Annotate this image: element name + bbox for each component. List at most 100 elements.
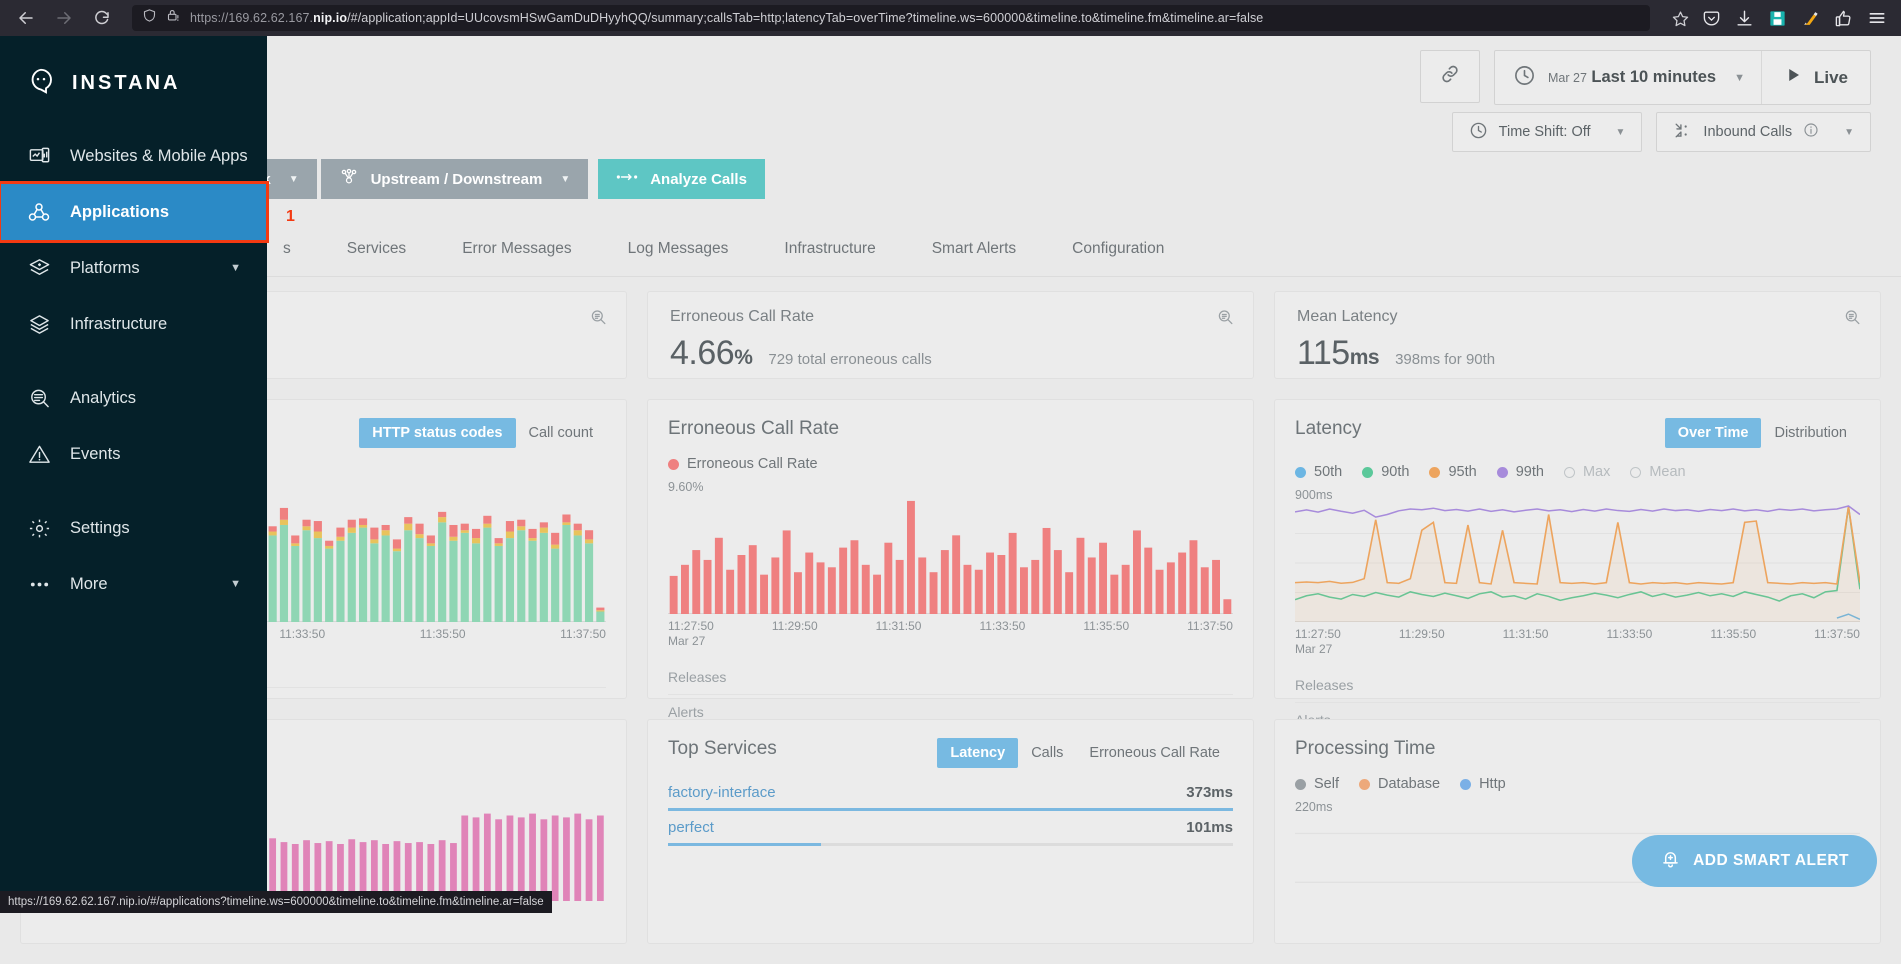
list-item[interactable]: perfect 101ms [668,819,1233,846]
legend-item-database[interactable]: Database [1359,776,1440,792]
sidebar-item-platforms[interactable]: Platforms ▼ [0,240,267,296]
toggle-http-status-codes[interactable]: HTTP status codes [359,418,515,448]
latency-chart-plot[interactable] [1295,504,1860,622]
time-shift-label: Time Shift: Off [1499,124,1591,140]
footer-row-releases[interactable]: Releases [1295,668,1860,702]
latency-toggle: Over Time Distribution [1665,418,1860,448]
toggle-distribution[interactable]: Distribution [1761,418,1860,448]
legend-item-50th[interactable]: 50th [1295,464,1342,480]
analyze-magnifier-icon[interactable] [589,308,608,332]
back-arrow-icon[interactable] [10,3,42,33]
erroneous-chart-svg [668,496,1233,614]
card-title: Processing Time [1295,738,1860,760]
service-value: 373ms [1186,784,1233,801]
chevron-down-icon[interactable]: ▼ [1734,72,1745,84]
add-smart-alert-button[interactable]: ADD SMART ALERT [1632,835,1877,887]
sidebar-item-applications[interactable]: Applications [0,184,267,240]
legend-item-max[interactable]: Max [1564,464,1610,480]
legend-item-90th[interactable]: 90th [1362,464,1409,480]
kpi-value: 115ms [1297,334,1379,373]
floppy-save-icon[interactable] [1768,9,1787,28]
app-toolbar-buttons: ck ▼ Upstream / Downstream ▼ Analyze Cal… [236,159,765,199]
chevron-down-icon[interactable]: ▼ [1844,127,1854,138]
sidebar-item-infrastructure[interactable]: Infrastructure [0,296,267,352]
legend-dot [668,459,679,470]
nodes-icon [339,167,359,191]
time-range-value: Last 10 minutes [1591,68,1716,86]
service-name[interactable]: factory-interface [668,784,776,801]
sidebar-nav: Websites & Mobile Apps Applications Plat… [0,128,267,612]
legend-dot [1460,779,1471,790]
chevron-down-icon[interactable]: ▼ [289,174,299,185]
inbound-arrows-icon [1673,121,1692,144]
analyze-magnifier-icon[interactable] [1216,308,1235,332]
url-bar[interactable]: https://169.62.62.167.nip.io/#/applicati… [132,5,1650,31]
sidebar-item-settings[interactable]: Settings [0,500,267,556]
list-item[interactable]: factory-interface 373ms [668,784,1233,811]
star-bookmark-icon[interactable] [1664,3,1696,33]
browser-extension-icons [1702,8,1891,28]
link-icon [1439,63,1461,90]
card-processing-time: Processing Time Self Database Http 220ms [1274,719,1881,944]
tab-configuration[interactable]: Configuration [1044,221,1192,277]
chevron-down-icon[interactable]: ▼ [230,262,241,274]
tab-services[interactable]: Services [319,221,434,277]
legend-item-95th[interactable]: 95th [1429,464,1476,480]
inbound-calls-dropdown[interactable]: Inbound Calls ▼ [1656,112,1871,152]
honey-extension-icon[interactable] [1801,9,1820,28]
forward-arrow-icon[interactable] [48,3,80,33]
hamburger-menu-icon[interactable] [1867,8,1887,28]
legend-item-http[interactable]: Http [1460,776,1506,792]
kpi-subtext: 398ms for 90th [1395,351,1495,368]
live-button[interactable]: Live [1761,51,1870,104]
shield-icon[interactable] [142,8,157,28]
pocket-icon[interactable] [1702,9,1721,28]
sidebar-item-label: More [70,575,108,594]
legend-dot [1564,467,1575,478]
erroneous-chart-plot[interactable] [668,496,1233,614]
browser-status-bar: https://169.62.62.167.nip.io/#/applicati… [0,891,552,913]
tab-error-messages[interactable]: Error Messages [434,221,599,277]
chevron-down-icon[interactable]: ▼ [560,174,570,185]
kpi-card-erroneous-call-rate[interactable]: Erroneous Call Rate 4.66% 729 total erro… [647,291,1254,379]
legend-dot [1497,467,1508,478]
lock-warning-icon[interactable] [166,8,181,28]
footer-row-releases[interactable]: Releases [668,660,1233,694]
service-name[interactable]: perfect [668,819,714,836]
bottom-row: ues & Changes Online Changes Top Service… [0,719,1901,964]
thumbs-up-icon[interactable] [1834,9,1853,28]
legend-item-mean[interactable]: Mean [1630,464,1685,480]
sidebar-item-analytics[interactable]: Analytics [0,370,267,426]
share-link-button[interactable] [1420,50,1480,103]
reload-icon[interactable] [86,3,118,33]
time-shift-dropdown[interactable]: Time Shift: Off ▼ [1452,112,1643,152]
kpi-title: Mean Latency [1297,308,1858,326]
upstream-downstream-button[interactable]: Upstream / Downstream ▼ [321,159,589,199]
info-circle-icon[interactable] [1803,122,1819,142]
sidebar-item-events[interactable]: Events [0,426,267,482]
time-range-picker[interactable]: Mar 27 Last 10 minutes ▼ [1495,51,1761,104]
tab-infrastructure[interactable]: Infrastructure [756,221,903,277]
chevron-down-icon[interactable]: ▼ [230,578,241,590]
sidebar-item-more[interactable]: More ▼ [0,556,267,612]
kpi-card-mean-latency[interactable]: Mean Latency 115ms 398ms for 90th [1274,291,1881,379]
legend-item-self[interactable]: Self [1295,776,1339,792]
legend-item-99th[interactable]: 99th [1497,464,1544,480]
chevron-down-icon[interactable]: ▼ [1616,127,1626,138]
toggle-calls[interactable]: Calls [1018,738,1076,768]
analyze-magnifier-icon[interactable] [1843,308,1862,332]
tab-log-messages[interactable]: Log Messages [600,221,757,277]
toggle-over-time[interactable]: Over Time [1665,418,1762,448]
download-icon[interactable] [1735,9,1754,28]
legend-item-erroneous-call-rate[interactable]: Erroneous Call Rate [668,456,818,472]
service-value: 101ms [1186,819,1233,836]
toggle-erroneous-call-rate[interactable]: Erroneous Call Rate [1076,738,1233,768]
toggle-call-count[interactable]: Call count [516,418,606,448]
kpi-subtext: 729 total erroneous calls [768,351,931,368]
brand-logo[interactable]: INSTANA [0,36,267,106]
service-bar [668,808,1233,811]
toggle-latency[interactable]: Latency [937,738,1018,768]
tab-smart-alerts[interactable]: Smart Alerts [904,221,1044,277]
sidebar-item-websites-mobile-apps[interactable]: Websites & Mobile Apps [0,128,267,184]
analyze-calls-button[interactable]: Analyze Calls [598,159,765,199]
